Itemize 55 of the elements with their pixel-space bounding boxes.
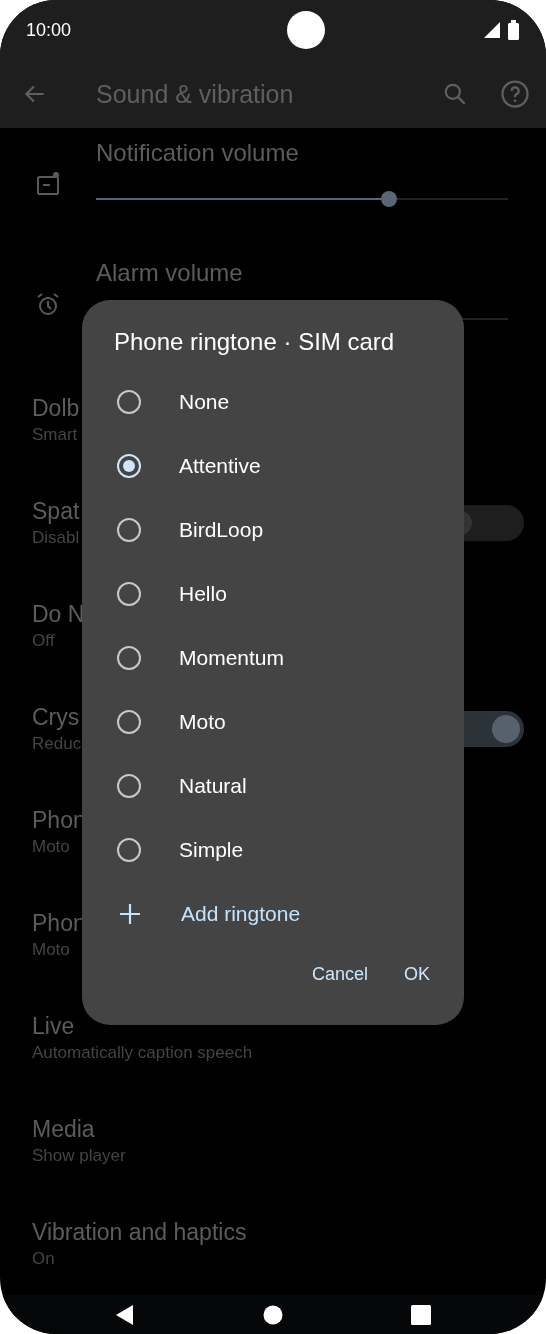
signal-icon	[483, 21, 501, 39]
setting-summary: Moto	[32, 836, 70, 857]
setting-title: Do N	[32, 600, 85, 628]
setting-summary: Disabl	[32, 527, 80, 548]
camera-hole-icon	[287, 11, 325, 49]
setting-summary: Reduc	[32, 733, 82, 754]
notification-icon	[36, 172, 60, 196]
setting-summary: Smart	[32, 424, 78, 445]
radio-button[interactable]	[117, 518, 141, 542]
alarm-clock-icon	[36, 292, 60, 316]
setting-title: Dolb	[32, 394, 80, 422]
volume-title: Notification volume	[96, 139, 299, 167]
dialog-button[interactable]: Cancel	[299, 956, 380, 993]
setting-summary: Show player	[32, 1145, 126, 1166]
battery-icon	[508, 20, 520, 40]
add-ringtone-link[interactable]: Add ringtone	[181, 902, 301, 926]
radio-button[interactable]	[117, 582, 141, 606]
dialog-title: Phone ringtone · SIM card	[114, 328, 395, 356]
help-icon	[500, 79, 530, 109]
radio-button[interactable]	[117, 710, 141, 734]
recents-button[interactable]	[411, 1304, 431, 1325]
option-label[interactable]: Hello	[179, 582, 227, 606]
slider-thumb[interactable]	[380, 191, 397, 207]
status-time: 10:00	[26, 19, 72, 41]
screen-title: Sound & vibration	[96, 79, 295, 109]
volume-title: Alarm volume	[96, 259, 243, 287]
dialog-button[interactable]: OK	[392, 956, 442, 993]
setting-title: Live	[32, 1012, 75, 1040]
setting-title: Media	[32, 1115, 95, 1143]
back-triangle-icon	[115, 1303, 135, 1326]
setting-summary: Automatically caption speech	[32, 1042, 253, 1063]
setting-summary: On	[32, 1248, 55, 1269]
option-label[interactable]: Momentum	[179, 646, 285, 670]
setting-summary: Moto	[32, 939, 70, 960]
setting-title: Spat	[32, 497, 80, 525]
home-button[interactable]	[263, 1304, 283, 1325]
option-label[interactable]: Natural	[179, 774, 247, 798]
radio-button[interactable]	[117, 454, 141, 478]
radio-button[interactable]	[117, 838, 141, 862]
recents-square-icon	[411, 1304, 431, 1325]
setting-title: Crys	[32, 703, 80, 731]
home-circle-icon	[263, 1304, 283, 1325]
back-nav-button[interactable]	[115, 1303, 135, 1326]
radio-button[interactable]	[117, 646, 141, 670]
option-label[interactable]: BirdLoop	[179, 518, 264, 542]
option-label[interactable]: Moto	[179, 710, 226, 734]
option-label[interactable]: None	[179, 390, 230, 414]
radio-button[interactable]	[117, 774, 141, 798]
search-icon	[442, 81, 468, 107]
option-label[interactable]: Simple	[179, 838, 244, 862]
setting-title: Vibration and haptics	[32, 1218, 247, 1246]
radio-button[interactable]	[117, 390, 141, 414]
option-label[interactable]: Attentive	[179, 454, 261, 478]
plus-icon	[119, 903, 141, 925]
setting-summary: Off	[32, 630, 55, 651]
